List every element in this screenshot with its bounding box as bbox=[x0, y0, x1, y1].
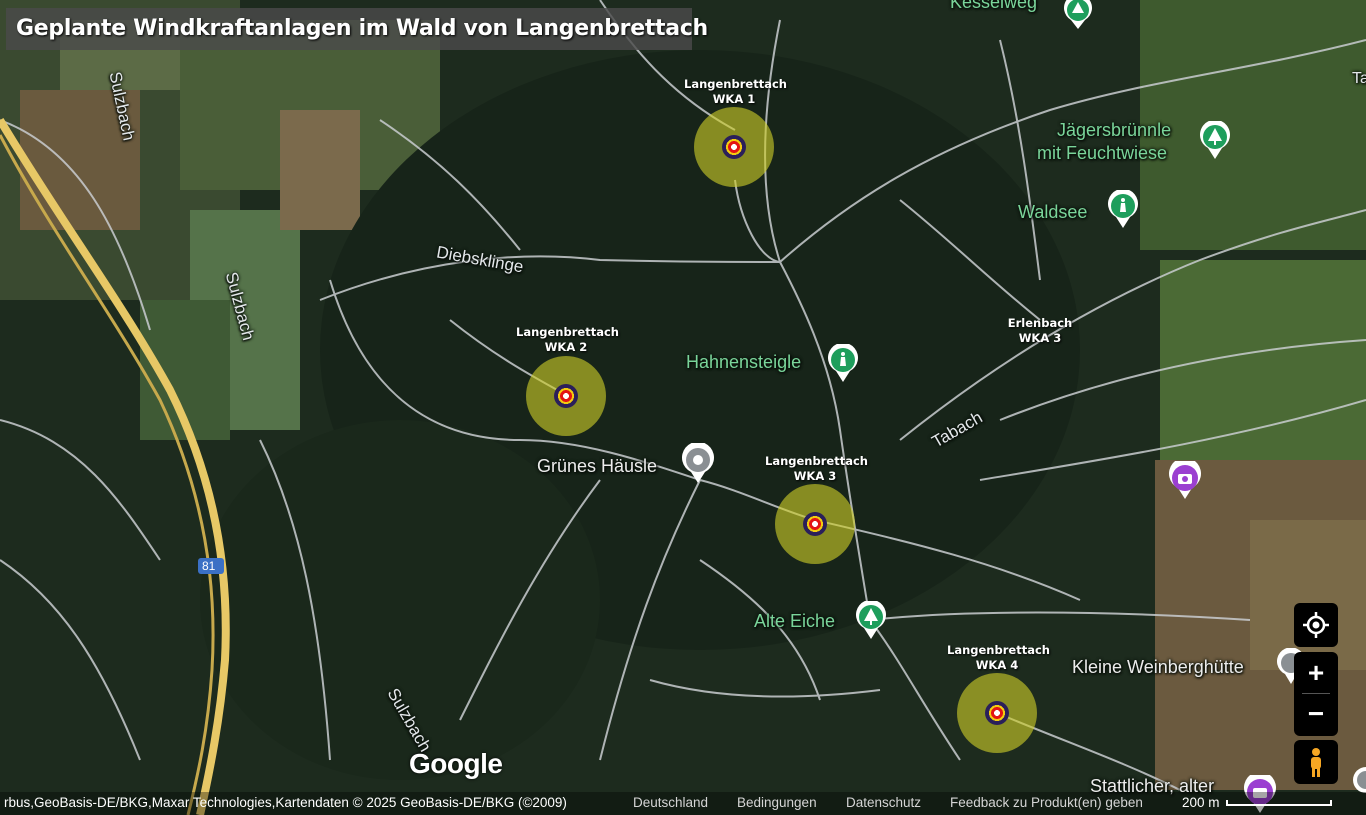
target-icon bbox=[803, 512, 827, 536]
zoom-control: + − bbox=[1294, 652, 1338, 736]
hiking-pin-icon[interactable] bbox=[1107, 190, 1139, 230]
wka-3-marker[interactable] bbox=[775, 484, 855, 564]
map-title: Geplante Windkraftanlagen im Wald von La… bbox=[16, 16, 708, 41]
wka-4-line2: WKA 4 bbox=[975, 658, 1019, 672]
wka-1-line2: WKA 1 bbox=[712, 92, 756, 106]
label-kleine-weinberghuette: Kleine Weinberghütte bbox=[1072, 657, 1244, 677]
target-icon bbox=[554, 384, 578, 408]
label-edge-ta: Ta bbox=[1352, 70, 1366, 87]
location-pin-icon[interactable] bbox=[681, 443, 715, 485]
autobahn-shield: 81 bbox=[202, 559, 216, 573]
wka-2-marker[interactable] bbox=[526, 356, 606, 436]
label-alte-eiche: Alte Eiche bbox=[754, 611, 836, 631]
scale-label[interactable]: 200 m bbox=[1182, 795, 1220, 810]
label-waldsee: Waldsee bbox=[1018, 202, 1088, 222]
wka-1-line1: Langenbrettach bbox=[684, 77, 787, 91]
street-view-pegman-button[interactable] bbox=[1294, 740, 1338, 784]
crosshair-icon bbox=[1303, 612, 1329, 638]
scale-bar bbox=[1226, 800, 1332, 806]
wka-1-marker[interactable] bbox=[694, 107, 774, 187]
wka-4-marker[interactable] bbox=[957, 673, 1037, 753]
zoom-out-button[interactable]: − bbox=[1294, 694, 1338, 736]
wka-2-label: Langenbrettach WKA 2 bbox=[516, 325, 619, 355]
pegman-icon bbox=[1311, 748, 1321, 777]
label-jaegersbruennle: Jägersbrünnle bbox=[1057, 120, 1172, 140]
camera-pin-icon[interactable] bbox=[1168, 461, 1202, 501]
feedback-link[interactable]: Feedback zu Produkt(en) geben bbox=[950, 795, 1143, 810]
tree-pin-icon[interactable] bbox=[1199, 121, 1231, 161]
tree-pin-icon[interactable] bbox=[855, 601, 887, 641]
target-icon bbox=[722, 135, 746, 159]
wka-3-line1: Langenbrettach bbox=[765, 454, 868, 468]
attribution-data: rbus,GeoBasis-DE/BKG,Maxar Technologies,… bbox=[4, 795, 567, 810]
zoom-in-button[interactable]: + bbox=[1294, 652, 1338, 693]
label-hahnensteigle: Hahnensteigle bbox=[686, 352, 802, 372]
target-icon bbox=[985, 701, 1009, 725]
tree-pin-icon[interactable] bbox=[1062, 0, 1094, 30]
google-logo: Google bbox=[409, 748, 503, 779]
hiking-pin-icon[interactable] bbox=[827, 344, 859, 384]
erlenbach-wka-3-label: Erlenbach WKA 3 bbox=[1000, 316, 1080, 346]
wka-2-line1: Langenbrettach bbox=[516, 325, 619, 339]
wka-4-line1: Langenbrettach bbox=[947, 643, 1050, 657]
wka-3-label: Langenbrettach WKA 3 bbox=[765, 454, 868, 484]
terms-link[interactable]: Bedingungen bbox=[737, 795, 817, 810]
satellite-map[interactable]: Geplante Windkraftanlagen im Wald von La… bbox=[0, 0, 1366, 815]
attribution-country[interactable]: Deutschland bbox=[633, 795, 708, 810]
wka-4-label: Langenbrettach WKA 4 bbox=[947, 643, 1050, 673]
erlenbach-line1: Erlenbach bbox=[1007, 316, 1073, 330]
privacy-link[interactable]: Datenschutz bbox=[846, 795, 921, 810]
erlenbach-line2: WKA 3 bbox=[1018, 331, 1062, 345]
label-jaegersbruennle-sub: mit Feuchtwiese bbox=[1037, 143, 1168, 163]
label-kesselweg: Kesselweg bbox=[950, 0, 1038, 12]
wka-1-label: Langenbrettach WKA 1 bbox=[684, 77, 787, 107]
wka-2-line2: WKA 2 bbox=[544, 340, 588, 354]
wka-3-line2: WKA 3 bbox=[793, 469, 837, 483]
my-location-button[interactable] bbox=[1294, 603, 1338, 647]
label-gruenes-haeusle: Grünes Häusle bbox=[537, 456, 658, 476]
